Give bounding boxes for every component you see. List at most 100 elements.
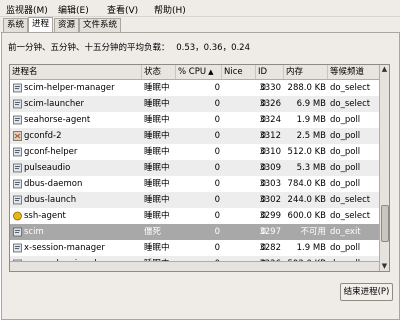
load-average-label: 前一分钟、五分钟、十五分钟的平均负载： <box>8 43 170 53</box>
process-wait-channel: do_exit <box>330 227 361 237</box>
process-cpu: 0 <box>214 83 220 93</box>
process-id: 3312 <box>259 131 281 141</box>
process-name: gconf-helper <box>24 147 78 157</box>
tab-processes[interactable]: 进程 <box>28 17 54 33</box>
table-row[interactable]: scim 僵死 0 0 3297 不可用 do_exit <box>10 224 380 240</box>
process-cpu: 0 <box>214 179 220 189</box>
table-row[interactable]: seahorse-agent 睡眠中 0 0 3324 1.9 MB do_poll <box>10 112 380 128</box>
process-memory: 244.0 KB <box>287 195 326 205</box>
column-header-name[interactable]: 进程名 <box>10 65 142 79</box>
scrollbar-thumb[interactable] <box>381 205 389 242</box>
process-status: 睡眠中 <box>144 115 170 125</box>
process-id: 3297 <box>259 227 281 237</box>
scroll-down-icon[interactable]: ▼ <box>380 262 389 271</box>
process-memory: 6.9 MB <box>296 99 326 109</box>
process-memory: 5.3 MB <box>296 163 326 173</box>
process-id: 3326 <box>259 99 281 109</box>
process-icon <box>13 195 22 205</box>
menu-help[interactable]: 帮助(H) <box>154 3 186 16</box>
process-name: gconfd-2 <box>24 131 62 141</box>
process-wait-channel: do_poll <box>330 243 361 253</box>
process-id: 3302 <box>259 195 281 205</box>
table-row[interactable]: scim-helper-manager 睡眠中 0 0 3330 288.0 KB do_s… <box>10 80 380 96</box>
menu-bar: 监视器(M) 编辑(E) 查看(V) 帮助(H) <box>0 0 400 17</box>
process-name: x-session-manager <box>24 243 105 253</box>
process-name: dbus-daemon <box>24 179 83 189</box>
vertical-scrollbar[interactable]: ▲ ▼ <box>379 65 389 271</box>
process-status: 睡眠中 <box>144 243 170 253</box>
scroll-up-icon[interactable]: ▲ <box>380 65 389 74</box>
process-cpu: 0 <box>214 115 220 125</box>
tab-resources[interactable]: 资源 <box>54 18 80 32</box>
column-header-status[interactable]: 状态 <box>142 65 176 79</box>
process-name: seahorse-agent <box>24 115 91 125</box>
table-row[interactable]: dbus-launch 睡眠中 0 0 3302 244.0 KB do_select <box>10 192 380 208</box>
process-icon <box>13 243 22 253</box>
process-name: dbus-launch <box>24 195 77 205</box>
process-cpu: 0 <box>214 243 220 253</box>
process-cpu: 0 <box>214 163 220 173</box>
process-memory: 不可用 <box>300 227 326 237</box>
table-row[interactable]: scim-launcher 睡眠中 0 0 3326 6.9 MB do_select <box>10 96 380 112</box>
process-memory: 2.5 MB <box>296 131 326 141</box>
load-average: 前一分钟、五分钟、十五分钟的平均负载： 0.53，0.36，0.24 <box>8 41 250 53</box>
process-cpu: 0 <box>214 131 220 141</box>
process-memory: 1.9 MB <box>296 115 326 125</box>
process-name: scim-launcher <box>24 99 84 109</box>
menu-view[interactable]: 查看(V) <box>107 3 138 16</box>
process-icon <box>13 163 22 173</box>
table-row[interactable]: gconfd-2 睡眠中 0 0 3312 2.5 MB do_poll <box>10 128 380 144</box>
menu-monitor[interactable]: 监视器(M) <box>6 3 48 16</box>
tab-filesystems[interactable]: 文件系统 <box>79 18 122 32</box>
process-status: 睡眠中 <box>144 211 170 221</box>
process-memory: 1.9 MB <box>296 243 326 253</box>
process-status: 睡眠中 <box>144 147 170 157</box>
end-process-button[interactable]: 结束进程(P) <box>340 283 393 301</box>
process-cpu: 0 <box>214 147 220 157</box>
process-status: 睡眠中 <box>144 195 170 205</box>
process-cpu: 0 <box>214 195 220 205</box>
process-status: 睡眠中 <box>144 179 170 189</box>
process-status: 睡眠中 <box>144 83 170 93</box>
process-memory: 784.0 KB <box>287 179 326 189</box>
process-id: 3299 <box>259 211 281 221</box>
column-header-wait-channel[interactable]: 等候频道 <box>328 65 380 79</box>
table-row[interactable]: gconf-helper 睡眠中 0 0 3310 512.0 KB do_poll <box>10 144 380 160</box>
process-memory: 600.0 KB <box>287 211 326 221</box>
process-cpu: 0 <box>214 211 220 221</box>
process-status: 睡眠中 <box>144 163 170 173</box>
process-status: 僵死 <box>144 227 162 237</box>
process-wait-channel: do_select <box>330 83 371 93</box>
table-row[interactable]: x-session-manager 睡眠中 0 0 3282 1.9 MB do_poll <box>10 240 380 256</box>
process-status: 睡眠中 <box>144 99 170 109</box>
tab-bar: 系统 进程 资源 文件系统 <box>0 17 400 33</box>
table-row[interactable]: dbus-daemon 睡眠中 0 0 3303 784.0 KB do_poll <box>10 176 380 192</box>
process-wait-channel: do_poll <box>330 163 361 173</box>
process-icon <box>13 179 22 189</box>
column-header-id[interactable]: ID <box>256 65 284 79</box>
gconf-icon <box>13 131 22 141</box>
process-table: 进程名 状态 % CPU ▲ Nice ID 内存 等候频道 scim-helpe… <box>9 64 390 272</box>
process-id: 3330 <box>259 83 281 93</box>
process-icon <box>13 99 22 109</box>
table-row[interactable]: ssh-agent 睡眠中 0 0 3299 600.0 KB do_select <box>10 208 380 224</box>
load-average-values: 0.53，0.36，0.24 <box>176 43 250 53</box>
process-cpu: 0 <box>214 99 220 109</box>
process-icon <box>13 147 22 157</box>
menu-edit[interactable]: 编辑(E) <box>58 3 89 16</box>
process-wait-channel: do_poll <box>330 179 361 189</box>
process-wait-channel: do_select <box>330 211 371 221</box>
process-wait-channel: do_poll <box>330 131 361 141</box>
column-header-memory[interactable]: 内存 <box>284 65 328 79</box>
process-name: scim-helper-manager <box>24 83 115 93</box>
process-name: scim <box>24 227 44 237</box>
process-wait-channel: do_poll <box>330 147 361 157</box>
horizontal-scrollbar[interactable] <box>10 261 380 271</box>
process-id: 3282 <box>259 243 281 253</box>
process-id: 3324 <box>259 115 281 125</box>
process-wait-channel: do_poll <box>330 115 361 125</box>
column-header-cpu[interactable]: % CPU ▲ <box>176 65 222 79</box>
column-header-nice[interactable]: Nice <box>222 65 256 79</box>
table-row[interactable]: pulseaudio 睡眠中 0 0 3309 5.3 MB do_poll <box>10 160 380 176</box>
tab-system[interactable]: 系统 <box>3 18 29 32</box>
